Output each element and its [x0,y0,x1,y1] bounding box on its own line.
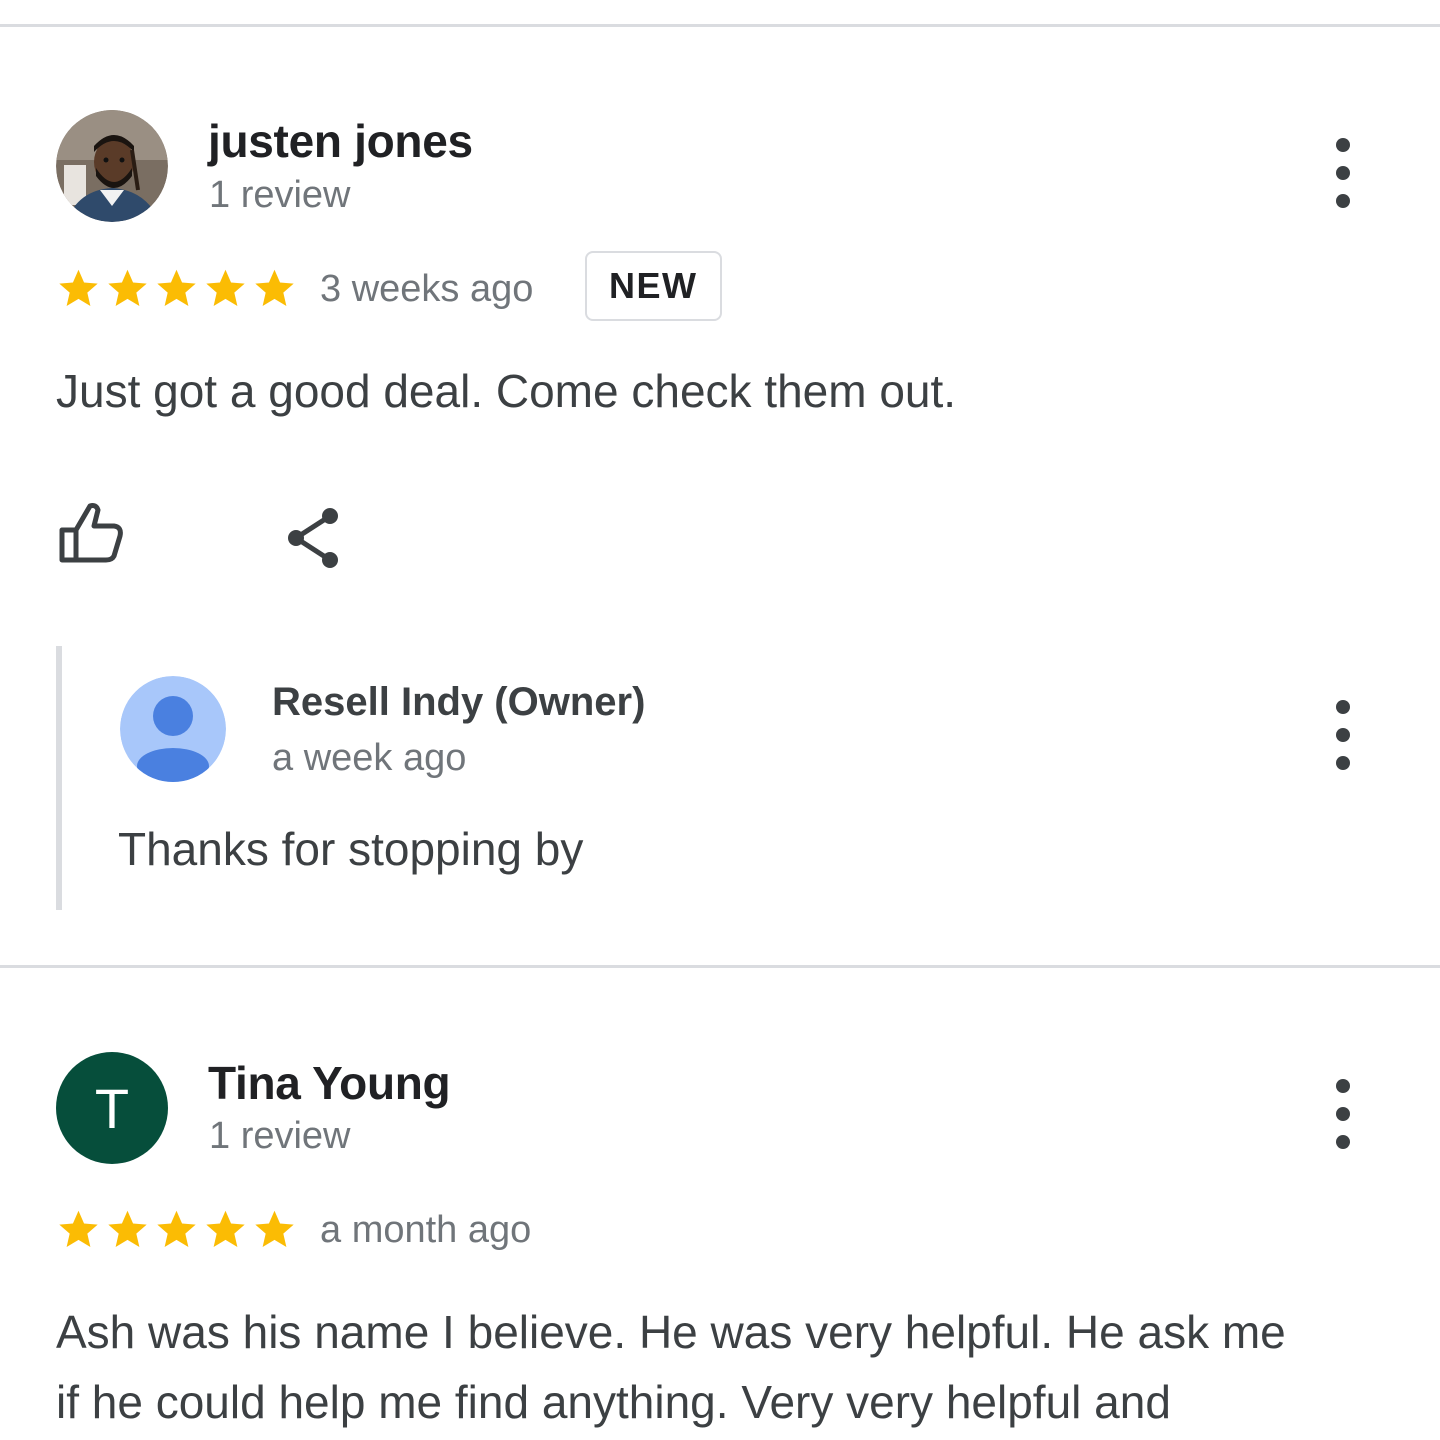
star-icon [206,269,245,307]
top-divider [0,24,1440,27]
star-icon [108,1210,147,1248]
person-icon [120,676,226,782]
star-icon [255,1210,294,1248]
star-icon [255,269,294,307]
new-badge: NEW [585,251,722,321]
star-icon [157,1210,196,1248]
reviews-page: justen jones 1 review 3 weeks ago NEW Ju… [0,0,1440,1440]
reply-indicator-bar [56,646,62,910]
like-button[interactable] [56,500,128,571]
star-icon [59,269,98,307]
star-icon [108,269,147,307]
star-icon [59,1210,98,1248]
thumbs-up-icon [59,503,123,563]
reviewer-avatar[interactable]: T [56,1052,168,1164]
review-divider [0,965,1440,968]
star-icon [206,1210,245,1248]
share-button[interactable] [284,506,344,575]
reviewer-name[interactable]: Tina Young [208,1056,451,1110]
review-text: Just got a good deal. Come check them ou… [56,365,957,417]
review-time: a month ago [320,1209,532,1251]
more-options-icon[interactable] [1323,700,1363,770]
star-rating [55,265,298,311]
owner-reply-time: a week ago [272,737,467,779]
reviewer-photo [56,110,168,222]
more-options-icon[interactable] [1323,1079,1363,1149]
reviewer-avatar[interactable] [56,110,168,222]
owner-name: Resell Indy (Owner) [272,680,646,724]
reviewer-review-count: 1 review [209,1115,351,1157]
review-text-line: if he could help me find anything. Very … [56,1376,1171,1428]
review-text-line: Ash was his name I believe. He was very … [56,1306,1286,1358]
reviewer-name[interactable]: justen jones [208,114,473,168]
star-rating [55,1206,298,1252]
owner-reply-text: Thanks for stopping by [118,823,584,875]
review-time: 3 weeks ago [320,268,534,310]
more-options-icon[interactable] [1323,138,1363,208]
owner-avatar [120,676,226,782]
reviewer-review-count: 1 review [209,174,351,216]
share-icon [288,508,338,568]
star-icon [157,269,196,307]
